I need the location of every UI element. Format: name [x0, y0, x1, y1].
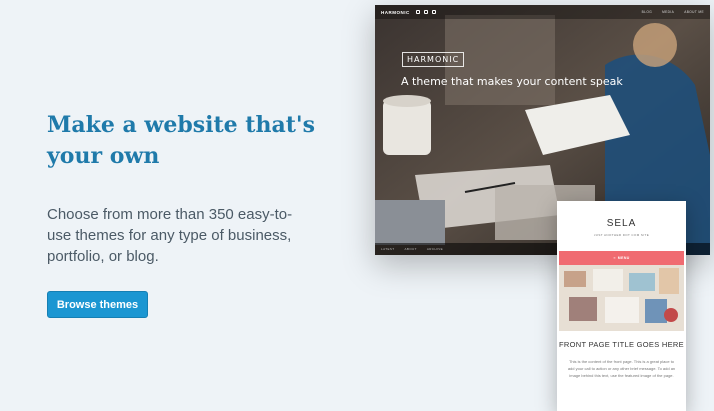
mobile-menu-bar: ≡ MENU	[559, 251, 684, 265]
desktop-theme-nav: BLOG MEDIA ABOUT ME	[642, 10, 704, 14]
sela-subtitle: JUST ANOTHER DOT COM SITE	[593, 233, 650, 237]
instagram-icon	[431, 10, 436, 14]
mobile-hero-photo	[559, 265, 684, 331]
browse-themes-button[interactable]: Browse themes	[47, 291, 148, 318]
front-page-text: This is the content of the front page. T…	[567, 359, 676, 378]
harmonic-logo: HARMONIC	[402, 52, 465, 67]
nav-blog: BLOG	[641, 10, 653, 14]
bottom-nav-about: ABOUT	[404, 247, 417, 251]
twitter-icon	[423, 10, 428, 14]
hero-copy: Make a website that's your own Choose fr…	[47, 110, 317, 267]
social-icons	[415, 10, 436, 14]
mobile-theme-preview: SELA JUST ANOTHER DOT COM SITE ≡ MENU FR…	[557, 201, 686, 411]
desktop-theme-topbar: HARMONIC BLOG MEDIA ABOUT ME	[375, 5, 710, 19]
harmonic-tagline: A theme that makes your content speak	[401, 75, 623, 88]
nav-media: MEDIA	[662, 10, 675, 14]
hero-headline: Make a website that's your own	[47, 112, 315, 169]
nav-about: ABOUT ME	[684, 10, 704, 14]
menu-icon: ≡	[613, 256, 616, 260]
desktop-theme-brand: HARMONIC	[381, 9, 410, 15]
bottom-nav-archive: ARCHIVE	[426, 247, 443, 251]
bottom-nav-latest: LATEST	[381, 247, 395, 251]
facebook-icon	[415, 10, 420, 14]
hero-subcopy: Choose from more than 350 easy-to-use th…	[47, 206, 293, 265]
front-page-title: FRONT PAGE TITLE GOES HERE	[559, 340, 684, 349]
menu-label: MENU	[617, 256, 630, 260]
sela-title: SELA	[606, 218, 637, 229]
